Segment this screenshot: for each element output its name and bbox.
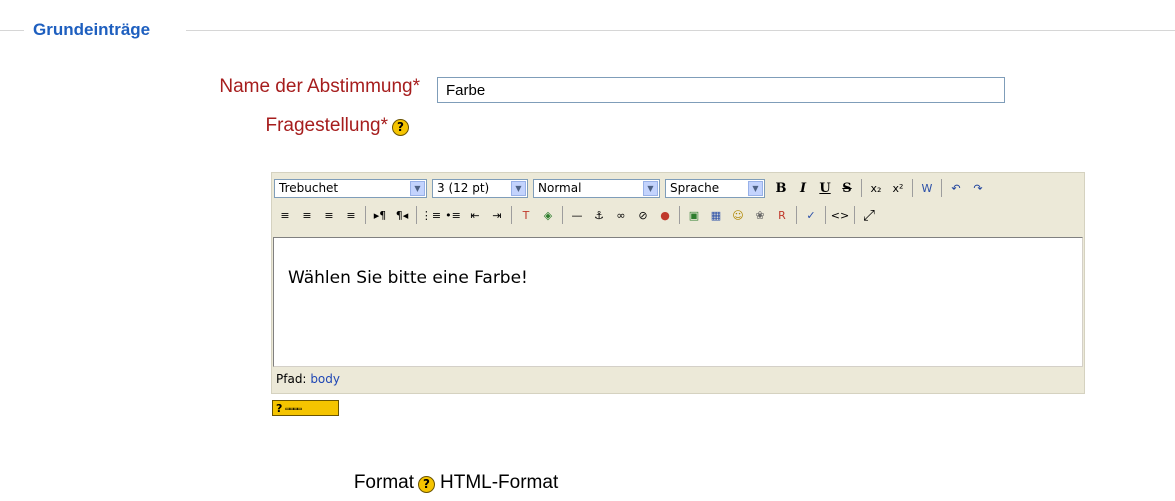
format-help-icon[interactable]: ? (418, 476, 435, 493)
toolbar-separator (562, 206, 563, 224)
editor-content-area[interactable]: Wählen Sie bitte eine Farbe! (273, 237, 1083, 367)
outdent-button[interactable]: ⇤ (464, 204, 486, 226)
strikethrough-button[interactable]: S (836, 177, 858, 199)
horizontal-rule-button[interactable]: — (566, 204, 588, 226)
nolink-button[interactable]: ● (654, 204, 676, 226)
name-input[interactable] (437, 77, 1005, 103)
align-left-button[interactable]: ≡ (274, 204, 296, 226)
toolbar-separator (365, 206, 366, 224)
toolbar-separator (861, 179, 862, 197)
spellcheck-button[interactable]: ✓ (800, 204, 822, 226)
undo-button[interactable]: ↶ (945, 177, 967, 199)
editor-statusbar: Pfad: body (272, 372, 340, 386)
font-select-value: Trebuchet (279, 181, 339, 195)
chevron-down-icon: ▼ (748, 180, 763, 196)
underline-button[interactable]: U (814, 177, 836, 199)
toolbar-separator (796, 206, 797, 224)
toolbar-separator (854, 206, 855, 224)
rtl-button[interactable]: ¶◂ (391, 204, 413, 226)
toolbar-separator (416, 206, 417, 224)
search-replace-button[interactable]: R (771, 204, 793, 226)
path-label: Pfad: (276, 372, 307, 386)
align-center-button[interactable]: ≡ (296, 204, 318, 226)
editor-toolbar-row-1: Trebuchet ▼ 3 (12 pt) ▼ Normal ▼ Sprache ▼ B… (274, 175, 989, 201)
language-select-value: Sprache (670, 181, 720, 195)
name-label-text: Name der Abstimmung (219, 76, 413, 97)
section-legend[interactable]: Grundeinträge (33, 20, 150, 40)
align-right-button[interactable]: ≡ (318, 204, 340, 226)
size-select[interactable]: 3 (12 pt) ▼ (432, 178, 528, 198)
link-button[interactable]: ∞ (610, 204, 632, 226)
fieldset-border-left (0, 30, 24, 31)
toolbar-separator (825, 206, 826, 224)
fullscreen-button[interactable]: ⤢ (858, 204, 880, 226)
redo-button[interactable]: ↷ (967, 177, 989, 199)
style-select-value: Normal (538, 181, 582, 195)
clean-word-button[interactable]: W (916, 177, 938, 199)
fieldset-border-right (186, 30, 1175, 31)
image-button[interactable]: ▣ (683, 204, 705, 226)
toolbar-separator (679, 206, 680, 224)
language-select[interactable]: Sprache ▼ (665, 178, 765, 198)
italic-button[interactable]: I (792, 177, 814, 199)
question-label-text: Fragestellung (265, 115, 381, 136)
toolbar-separator (941, 179, 942, 197)
ltr-button[interactable]: ▸¶ (369, 204, 391, 226)
font-select[interactable]: Trebuchet ▼ (274, 178, 427, 198)
unordered-list-button[interactable]: •≡ (442, 204, 464, 226)
chevron-down-icon: ▼ (410, 180, 425, 196)
indent-button[interactable]: ⇥ (486, 204, 508, 226)
name-field-label: Name der Abstimmung* (0, 76, 420, 98)
special-char-button[interactable]: ❀ (749, 204, 771, 226)
help-icon: ? (276, 401, 283, 415)
ordered-list-button[interactable]: ⋮≡ (420, 204, 442, 226)
path-body-link[interactable]: body (310, 372, 340, 386)
keyboard-help-button[interactable]: ? ▭▭▭▭ (272, 400, 339, 416)
superscript-button[interactable]: x² (887, 177, 909, 199)
justify-button[interactable]: ≡ (340, 204, 362, 226)
chevron-down-icon: ▼ (511, 180, 526, 196)
required-mark: * (380, 115, 388, 136)
html-editor: Trebuchet ▼ 3 (12 pt) ▼ Normal ▼ Sprache ▼ B… (271, 172, 1085, 394)
format-label: Format (353, 472, 414, 493)
toolbar-separator (912, 179, 913, 197)
keyboard-icon: ▭▭▭▭ (285, 403, 301, 413)
chevron-down-icon: ▼ (643, 180, 658, 196)
bg-color-button[interactable]: ◈ (537, 204, 559, 226)
anchor-button[interactable]: ⚓ (588, 204, 610, 226)
question-field-label: Fragestellung* (0, 115, 388, 137)
required-mark: * (412, 76, 420, 97)
question-help-icon[interactable]: ? (392, 119, 409, 136)
style-select[interactable]: Normal ▼ (533, 178, 660, 198)
format-value: HTML-Format (440, 472, 559, 493)
editor-toolbar-row-2: ≡ ≡ ≡ ≡ ▸¶ ¶◂ ⋮≡ •≡ ⇤ ⇥ T ◈ — ⚓ ∞ ⊘ ● ▣ … (274, 202, 880, 228)
editor-content-text[interactable]: Wählen Sie bitte eine Farbe! (288, 268, 528, 288)
size-select-value: 3 (12 pt) (437, 181, 490, 195)
bold-button[interactable]: B (770, 177, 792, 199)
toolbar-separator (511, 206, 512, 224)
smiley-button[interactable]: ☺ (727, 204, 749, 226)
subscript-button[interactable]: x₂ (865, 177, 887, 199)
table-button[interactable]: ▦ (705, 204, 727, 226)
text-color-button[interactable]: T (515, 204, 537, 226)
unlink-button[interactable]: ⊘ (632, 204, 654, 226)
html-source-button[interactable]: <> (829, 204, 851, 226)
